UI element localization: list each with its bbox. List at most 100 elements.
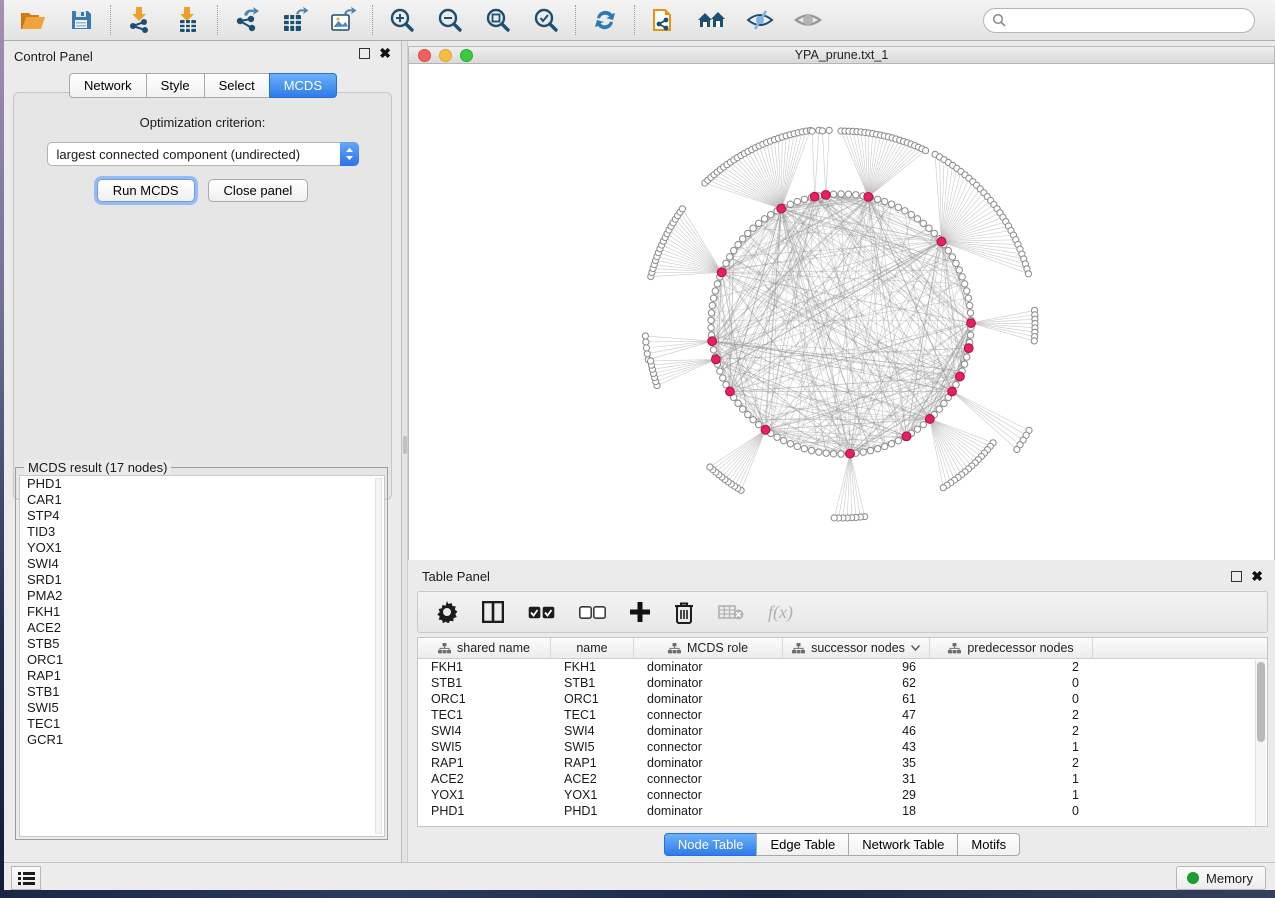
zoom-selected-icon[interactable] bbox=[531, 5, 561, 35]
table-cell[interactable]: TEC1 bbox=[418, 707, 551, 723]
table-scrollbar[interactable] bbox=[1255, 660, 1266, 826]
close-panel-icon[interactable]: ✖ bbox=[379, 48, 391, 59]
refresh-layout-icon[interactable] bbox=[590, 5, 620, 35]
table-cell[interactable]: ACE2 bbox=[551, 771, 634, 787]
table-row[interactable]: ACE2ACE2connector311 bbox=[418, 771, 1267, 787]
table-cell[interactable]: dominator bbox=[634, 659, 783, 675]
table-row[interactable]: TEC1TEC1connector472 bbox=[418, 707, 1267, 723]
table-cell[interactable]: ORC1 bbox=[551, 691, 634, 707]
table-cell[interactable]: STB1 bbox=[551, 675, 634, 691]
tab-style[interactable]: Style bbox=[146, 73, 205, 98]
tab-mcds[interactable]: MCDS bbox=[269, 73, 337, 98]
table-cell[interactable]: 2 bbox=[930, 755, 1093, 771]
tab-motifs[interactable]: Motifs bbox=[957, 833, 1020, 856]
tab-network[interactable]: Network bbox=[69, 73, 147, 98]
export-image-icon[interactable] bbox=[328, 5, 358, 35]
export-network-icon[interactable] bbox=[232, 5, 262, 35]
table-row[interactable]: SWI5SWI5connector431 bbox=[418, 739, 1267, 755]
result-node-item[interactable]: YOX1 bbox=[20, 540, 384, 556]
result-node-item[interactable]: TID3 bbox=[20, 524, 384, 540]
tab-node-table[interactable]: Node Table bbox=[664, 833, 758, 856]
table-cell[interactable]: 2 bbox=[930, 659, 1093, 675]
delete-column-icon[interactable] bbox=[674, 601, 694, 624]
table-cell[interactable]: 0 bbox=[930, 803, 1093, 819]
table-cell[interactable]: ACE2 bbox=[418, 771, 551, 787]
memory-button[interactable]: Memory bbox=[1176, 866, 1266, 890]
table-cell[interactable]: 1 bbox=[930, 771, 1093, 787]
deselect-all-icon[interactable] bbox=[579, 606, 606, 619]
zoom-in-icon[interactable] bbox=[387, 5, 417, 35]
export-table-icon[interactable] bbox=[280, 5, 310, 35]
table-cell[interactable]: 43 bbox=[783, 739, 930, 755]
table-cell[interactable]: YOX1 bbox=[551, 787, 634, 803]
table-row[interactable]: SWI4SWI4dominator462 bbox=[418, 723, 1267, 739]
network-graph[interactable] bbox=[409, 65, 1274, 560]
table-cell[interactable]: 2 bbox=[930, 723, 1093, 739]
table-cell[interactable]: RAP1 bbox=[418, 755, 551, 771]
table-cell[interactable]: ORC1 bbox=[418, 691, 551, 707]
table-cell[interactable]: 47 bbox=[783, 707, 930, 723]
table-cell[interactable]: 96 bbox=[783, 659, 930, 675]
result-node-item[interactable]: CAR1 bbox=[20, 492, 384, 508]
result-node-item[interactable]: PMA2 bbox=[20, 588, 384, 604]
float-table-panel-icon[interactable] bbox=[1231, 571, 1242, 582]
splitter-grip[interactable] bbox=[403, 436, 407, 454]
table-cell[interactable]: 31 bbox=[783, 771, 930, 787]
result-node-item[interactable]: SRD1 bbox=[20, 572, 384, 588]
show-columns-icon[interactable] bbox=[482, 601, 504, 623]
result-node-item[interactable]: ORC1 bbox=[20, 652, 384, 668]
table-cell[interactable]: dominator bbox=[634, 691, 783, 707]
table-row[interactable]: PHD1PHD1dominator180 bbox=[418, 803, 1267, 819]
search-input[interactable] bbox=[1011, 13, 1246, 27]
table-row[interactable]: STB1STB1dominator620 bbox=[418, 675, 1267, 691]
import-network-icon[interactable] bbox=[125, 5, 155, 35]
table-cell[interactable]: STB1 bbox=[418, 675, 551, 691]
float-panel-icon[interactable] bbox=[359, 48, 370, 59]
table-cell[interactable]: connector bbox=[634, 771, 783, 787]
table-cell[interactable]: 2 bbox=[930, 707, 1093, 723]
table-row[interactable]: ORC1ORC1dominator610 bbox=[418, 691, 1267, 707]
table-cell[interactable]: 62 bbox=[783, 675, 930, 691]
result-node-item[interactable]: SWI4 bbox=[20, 556, 384, 572]
table-cell[interactable]: 46 bbox=[783, 723, 930, 739]
table-cell[interactable]: 1 bbox=[930, 739, 1093, 755]
network-document-icon[interactable] bbox=[649, 5, 679, 35]
column-header-name[interactable]: name bbox=[551, 638, 634, 658]
result-node-item[interactable]: TEC1 bbox=[20, 716, 384, 732]
search-field[interactable] bbox=[983, 8, 1255, 33]
open-session-icon[interactable] bbox=[18, 5, 48, 35]
mcds-result-list[interactable]: PHD1CAR1STP4TID3YOX1SWI4SRD1PMA2FKH1ACE2… bbox=[19, 475, 385, 837]
close-panel-button[interactable]: Close panel bbox=[208, 179, 309, 202]
select-all-icon[interactable] bbox=[528, 606, 555, 619]
result-node-item[interactable]: STB5 bbox=[20, 636, 384, 652]
result-node-item[interactable]: SWI5 bbox=[20, 700, 384, 716]
table-cell[interactable]: FKH1 bbox=[551, 659, 634, 675]
network-canvas[interactable] bbox=[409, 65, 1274, 560]
panel-splitter[interactable] bbox=[401, 41, 408, 862]
function-builder-icon[interactable]: f(x) bbox=[768, 602, 793, 623]
table-row[interactable]: YOX1YOX1connector291 bbox=[418, 787, 1267, 803]
table-cell[interactable]: RAP1 bbox=[551, 755, 634, 771]
zoom-out-icon[interactable] bbox=[435, 5, 465, 35]
delete-table-icon[interactable] bbox=[718, 604, 744, 620]
table-cell[interactable]: 18 bbox=[783, 803, 930, 819]
import-table-icon[interactable] bbox=[173, 5, 203, 35]
table-cell[interactable]: connector bbox=[634, 739, 783, 755]
network-window-titlebar[interactable]: YPA_prune.txt_1 bbox=[409, 47, 1274, 64]
result-node-item[interactable]: ACE2 bbox=[20, 620, 384, 636]
table-cell[interactable]: 0 bbox=[930, 691, 1093, 707]
table-cell[interactable]: 1 bbox=[930, 787, 1093, 803]
add-column-icon[interactable] bbox=[630, 602, 650, 622]
tab-select[interactable]: Select bbox=[204, 73, 270, 98]
hide-eye-icon[interactable] bbox=[745, 5, 775, 35]
table-cell[interactable]: 29 bbox=[783, 787, 930, 803]
tab-edge-table[interactable]: Edge Table bbox=[756, 833, 849, 856]
optimization-criterion-select[interactable]: largest connected component (undirected) bbox=[47, 142, 359, 166]
task-history-button[interactable] bbox=[11, 866, 41, 890]
table-settings-icon[interactable] bbox=[436, 601, 458, 623]
table-cell[interactable]: 0 bbox=[930, 675, 1093, 691]
result-node-item[interactable]: STP4 bbox=[20, 508, 384, 524]
table-cell[interactable]: 35 bbox=[783, 755, 930, 771]
table-cell[interactable]: dominator bbox=[634, 675, 783, 691]
table-cell[interactable]: PHD1 bbox=[551, 803, 634, 819]
